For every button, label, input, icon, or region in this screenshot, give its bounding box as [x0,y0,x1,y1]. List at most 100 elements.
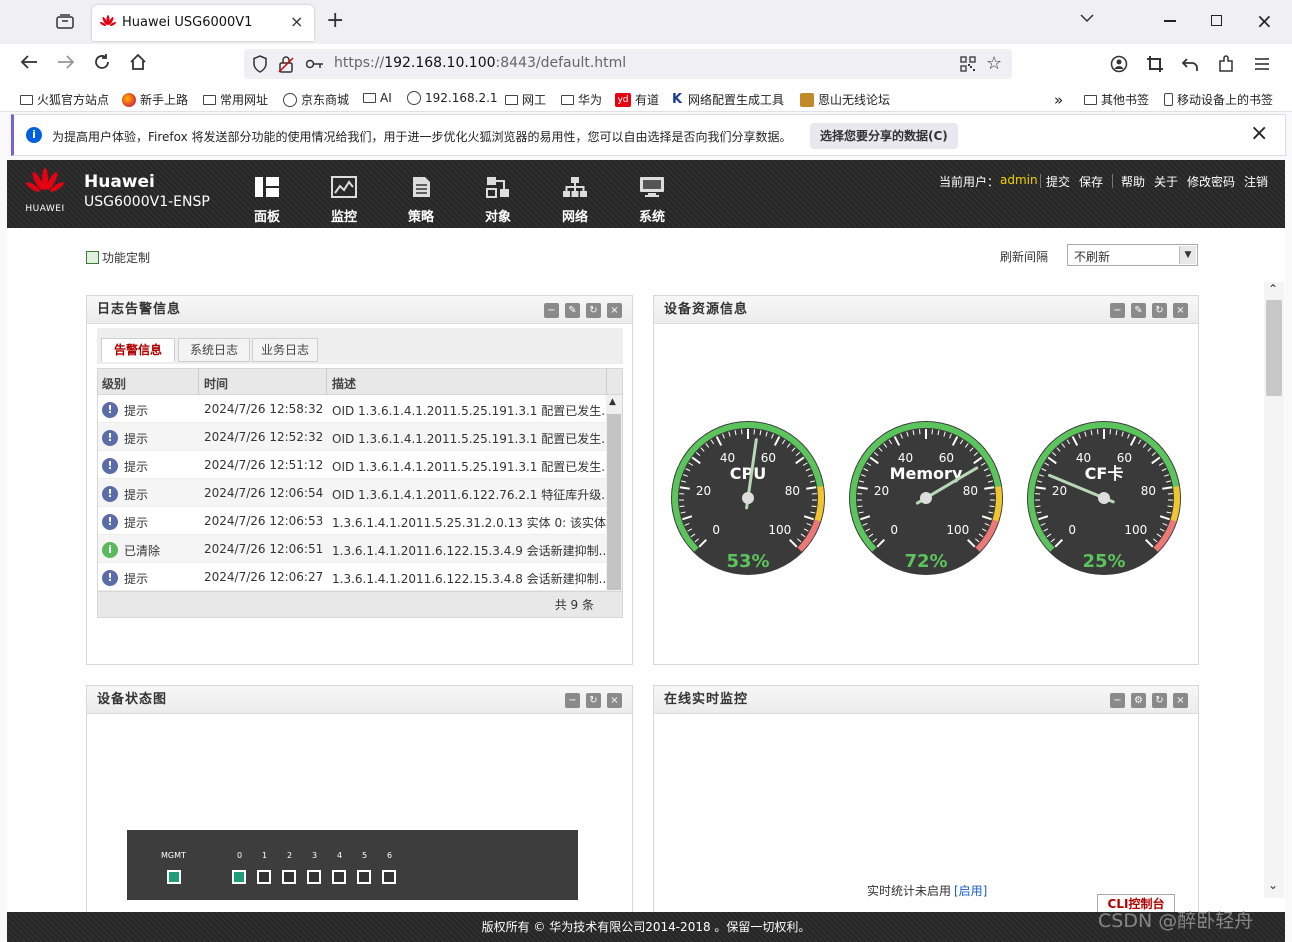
bookmark-item[interactable]: 常用网址 [203,91,268,108]
new-tab-icon[interactable]: + [326,8,344,33]
table-row[interactable]: ! 提示 2024/7/26 12:58:32 OID 1.3.6.1.4.1.201… [98,395,622,423]
help-link[interactable]: 帮助 [1121,173,1145,190]
page-scrollbar[interactable]: ⌃ ⌄ [1264,282,1284,898]
minimize-panel-icon[interactable]: − [565,693,580,708]
browser-tab[interactable]: Huawei USG6000V1 × [92,5,314,41]
bookmark-item[interactable]: 火狐官方站点 [20,91,109,108]
table-row[interactable]: ! 提示 2024/7/26 12:06:53 1.3.6.1.4.1.2011.5.… [98,507,622,535]
url-text[interactable]: https://192.168.10.100:8443/default.html [334,55,626,71]
close-notification-icon[interactable]: × [1250,121,1268,146]
ethernet-port[interactable] [232,870,246,884]
close-window-icon[interactable]: × [1256,9,1273,33]
nav-system[interactable]: 系统 [627,176,677,225]
ethernet-port[interactable] [257,870,271,884]
settings-panel-icon[interactable]: ⚙ [1131,693,1146,708]
nav-monitor[interactable]: 监控 [319,176,369,225]
refresh-panel-icon[interactable]: ↻ [586,693,601,708]
tab-business-log[interactable]: 业务日志 [252,338,318,362]
ethernet-port[interactable] [332,870,346,884]
tab-system-log[interactable]: 系统日志 [178,338,250,362]
nav-panel[interactable]: 面板 [242,176,292,225]
refresh-panel-icon[interactable]: ↻ [1152,693,1167,708]
tab-list-icon[interactable] [54,12,76,32]
close-panel-icon[interactable]: × [607,303,622,318]
minimize-panel-icon[interactable]: − [544,303,559,318]
key-icon[interactable] [305,58,324,73]
column-header-time[interactable]: 时间 [204,375,228,392]
menu-icon[interactable] [1254,57,1270,74]
nav-policy[interactable]: 策略 [396,176,446,225]
bookmark-item[interactable]: 新手上路 [122,91,188,108]
refresh-interval-select[interactable]: 不刷新 ▼ [1067,244,1198,266]
url-bar[interactable]: https://192.168.10.100:8443/default.html… [244,49,1012,79]
bookmark-item[interactable]: AI [363,91,392,105]
page-scrollbar-thumb[interactable] [1266,300,1282,396]
bookmark-item[interactable]: 其他书签 [1084,91,1149,108]
nav-network[interactable]: 网络 [550,176,600,225]
scroll-down-icon[interactable]: ⌄ [1268,878,1278,892]
scroll-up-icon[interactable]: ⌃ [1268,282,1278,296]
bookmark-item[interactable]: yd 有道 [615,91,659,108]
share-data-button[interactable]: 选择您要分享的数据(C) [810,123,958,149]
refresh-panel-icon[interactable]: ↻ [1152,303,1167,318]
table-row[interactable]: i 已清除 2024/7/26 12:06:51 1.3.6.1.4.1.2011.6… [98,535,622,563]
close-panel-icon[interactable]: × [607,693,622,708]
scrollbar-thumb[interactable] [607,414,621,590]
table-scrollbar[interactable]: ▲ [606,395,622,593]
ethernet-port[interactable] [357,870,371,884]
close-tab-icon[interactable]: × [290,12,303,31]
bookmark-item[interactable]: 华为 [561,91,602,108]
table-row[interactable]: ! 提示 2024/7/26 12:51:12 OID 1.3.6.1.4.1.201… [98,451,622,479]
chevron-down-icon[interactable] [1080,12,1094,26]
mgmt-port[interactable] [167,870,181,884]
bookmark-item[interactable]: K 网络配置生成工具 [672,91,784,108]
forward-icon[interactable] [57,54,75,73]
table-row[interactable]: ! 提示 2024/7/26 12:06:27 1.3.6.1.4.1.2011.6.… [98,563,622,591]
edit-panel-icon[interactable]: ✎ [1131,303,1146,318]
close-panel-icon[interactable]: × [1173,693,1188,708]
back-icon[interactable] [20,54,38,73]
close-panel-icon[interactable]: × [1173,303,1188,318]
undo-icon[interactable] [1181,55,1199,76]
minimize-panel-icon[interactable]: − [1110,303,1125,318]
maximize-icon[interactable] [1211,15,1222,26]
refresh-panel-icon[interactable]: ↻ [586,303,601,318]
bookmarks-overflow-icon[interactable]: » [1054,91,1063,109]
change-password-link[interactable]: 修改密码 [1187,173,1235,190]
table-row[interactable]: ! 提示 2024/7/26 12:06:54 OID 1.3.6.1.4.1.201… [98,479,622,507]
scroll-up-icon[interactable]: ▲ [609,397,616,407]
panel-title: 设备状态图 [87,686,632,714]
tab-alarms[interactable]: 告警信息 [101,338,175,362]
crop-icon[interactable] [1146,55,1164,76]
bookmark-item[interactable]: 京东商城 [283,91,349,108]
dropdown-arrow-icon[interactable]: ▼ [1179,246,1196,264]
column-header-description[interactable]: 描述 [332,375,356,392]
bookmark-item[interactable]: 网工 [505,91,546,108]
extensions-icon[interactable] [1217,55,1235,76]
bookmark-item[interactable]: 移动设备上的书签 [1164,91,1273,108]
minimize-panel-icon[interactable]: − [1110,693,1125,708]
ethernet-port[interactable] [282,870,296,884]
reload-icon[interactable] [93,53,111,74]
shield-icon[interactable] [252,55,268,76]
account-icon[interactable] [1110,55,1128,76]
logout-link[interactable]: 注销 [1244,173,1268,190]
commit-link[interactable]: 提交 [1046,173,1070,190]
insecure-lock-icon[interactable] [278,55,294,76]
table-row[interactable]: ! 提示 2024/7/26 12:52:32 OID 1.3.6.1.4.1.201… [98,423,622,451]
column-header-level[interactable]: 级别 [102,375,126,392]
customize-button[interactable]: 功能定制 [86,249,150,266]
nav-object[interactable]: 对象 [473,176,523,225]
about-link[interactable]: 关于 [1154,173,1178,190]
save-link[interactable]: 保存 [1079,173,1103,190]
qr-code-icon[interactable] [960,56,976,75]
bookmark-item[interactable]: 192.168.2.1 [407,91,498,105]
ethernet-port[interactable] [307,870,321,884]
edit-panel-icon[interactable]: ✎ [565,303,580,318]
home-icon[interactable] [129,53,147,74]
ethernet-port[interactable] [382,870,396,884]
bookmark-star-icon[interactable]: ☆ [986,53,1002,74]
minimize-icon[interactable] [1164,20,1176,22]
bookmark-item[interactable]: 恩山无线论坛 [800,91,890,108]
enable-monitor-link[interactable]: [启用] [954,882,987,899]
